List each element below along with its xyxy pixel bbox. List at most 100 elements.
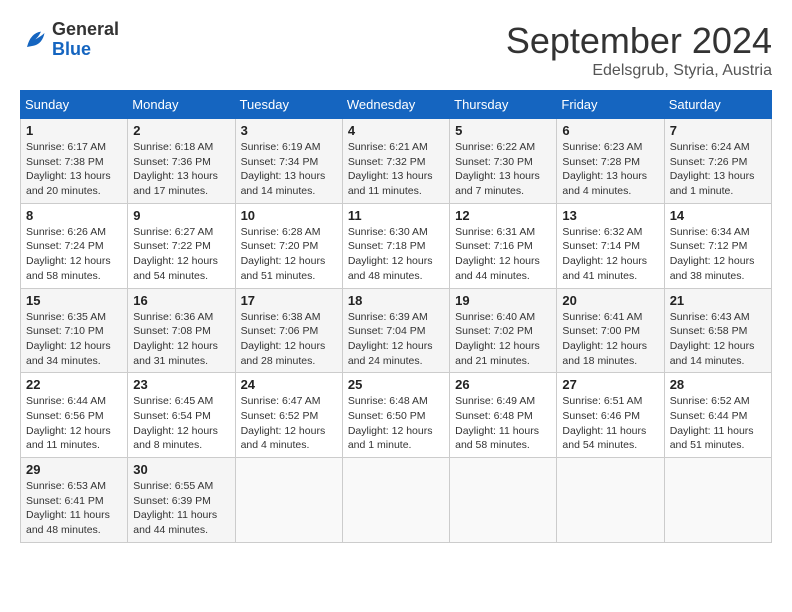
day-number: 16 bbox=[133, 293, 229, 308]
day-number: 15 bbox=[26, 293, 122, 308]
title-block: September 2024 Edelsgrub, Styria, Austri… bbox=[506, 20, 772, 80]
calendar-cell: 5 Sunrise: 6:22 AM Sunset: 7:30 PM Dayli… bbox=[450, 119, 557, 204]
day-number: 9 bbox=[133, 208, 229, 223]
calendar-cell bbox=[235, 458, 342, 543]
calendar-cell: 1 Sunrise: 6:17 AM Sunset: 7:38 PM Dayli… bbox=[21, 119, 128, 204]
cell-content: Sunrise: 6:49 AM Sunset: 6:48 PM Dayligh… bbox=[455, 394, 551, 453]
calendar-cell: 30 Sunrise: 6:55 AM Sunset: 6:39 PM Dayl… bbox=[128, 458, 235, 543]
day-number: 26 bbox=[455, 377, 551, 392]
calendar-cell: 27 Sunrise: 6:51 AM Sunset: 6:46 PM Dayl… bbox=[557, 373, 664, 458]
logo-text: General Blue bbox=[52, 20, 119, 60]
cell-content: Sunrise: 6:52 AM Sunset: 6:44 PM Dayligh… bbox=[670, 394, 766, 453]
day-number: 28 bbox=[670, 377, 766, 392]
calendar-cell: 12 Sunrise: 6:31 AM Sunset: 7:16 PM Dayl… bbox=[450, 203, 557, 288]
calendar-cell: 9 Sunrise: 6:27 AM Sunset: 7:22 PM Dayli… bbox=[128, 203, 235, 288]
day-number: 17 bbox=[241, 293, 337, 308]
cell-content: Sunrise: 6:43 AM Sunset: 6:58 PM Dayligh… bbox=[670, 310, 766, 369]
calendar-cell bbox=[342, 458, 449, 543]
location: Edelsgrub, Styria, Austria bbox=[506, 62, 772, 80]
calendar-row: 1 Sunrise: 6:17 AM Sunset: 7:38 PM Dayli… bbox=[21, 119, 772, 204]
calendar-cell: 24 Sunrise: 6:47 AM Sunset: 6:52 PM Dayl… bbox=[235, 373, 342, 458]
day-number: 14 bbox=[670, 208, 766, 223]
calendar-header-row: SundayMondayTuesdayWednesdayThursdayFrid… bbox=[21, 91, 772, 119]
calendar-cell: 20 Sunrise: 6:41 AM Sunset: 7:00 PM Dayl… bbox=[557, 288, 664, 373]
day-number: 3 bbox=[241, 123, 337, 138]
day-number: 21 bbox=[670, 293, 766, 308]
col-header-friday: Friday bbox=[557, 91, 664, 119]
calendar-cell bbox=[557, 458, 664, 543]
calendar-cell: 26 Sunrise: 6:49 AM Sunset: 6:48 PM Dayl… bbox=[450, 373, 557, 458]
logo: General Blue bbox=[20, 20, 119, 60]
cell-content: Sunrise: 6:35 AM Sunset: 7:10 PM Dayligh… bbox=[26, 310, 122, 369]
col-header-monday: Monday bbox=[128, 91, 235, 119]
day-number: 29 bbox=[26, 462, 122, 477]
calendar-cell: 17 Sunrise: 6:38 AM Sunset: 7:06 PM Dayl… bbox=[235, 288, 342, 373]
calendar-cell bbox=[664, 458, 771, 543]
day-number: 10 bbox=[241, 208, 337, 223]
calendar-cell: 18 Sunrise: 6:39 AM Sunset: 7:04 PM Dayl… bbox=[342, 288, 449, 373]
cell-content: Sunrise: 6:23 AM Sunset: 7:28 PM Dayligh… bbox=[562, 140, 658, 199]
calendar-row: 22 Sunrise: 6:44 AM Sunset: 6:56 PM Dayl… bbox=[21, 373, 772, 458]
calendar-row: 15 Sunrise: 6:35 AM Sunset: 7:10 PM Dayl… bbox=[21, 288, 772, 373]
cell-content: Sunrise: 6:47 AM Sunset: 6:52 PM Dayligh… bbox=[241, 394, 337, 453]
day-number: 18 bbox=[348, 293, 444, 308]
day-number: 23 bbox=[133, 377, 229, 392]
cell-content: Sunrise: 6:45 AM Sunset: 6:54 PM Dayligh… bbox=[133, 394, 229, 453]
calendar-cell: 13 Sunrise: 6:32 AM Sunset: 7:14 PM Dayl… bbox=[557, 203, 664, 288]
cell-content: Sunrise: 6:53 AM Sunset: 6:41 PM Dayligh… bbox=[26, 479, 122, 538]
day-number: 11 bbox=[348, 208, 444, 223]
col-header-saturday: Saturday bbox=[664, 91, 771, 119]
day-number: 13 bbox=[562, 208, 658, 223]
cell-content: Sunrise: 6:51 AM Sunset: 6:46 PM Dayligh… bbox=[562, 394, 658, 453]
col-header-tuesday: Tuesday bbox=[235, 91, 342, 119]
cell-content: Sunrise: 6:31 AM Sunset: 7:16 PM Dayligh… bbox=[455, 225, 551, 284]
header: General Blue September 2024 Edelsgrub, S… bbox=[20, 20, 772, 80]
logo-bird-icon bbox=[20, 26, 48, 54]
calendar-cell: 28 Sunrise: 6:52 AM Sunset: 6:44 PM Dayl… bbox=[664, 373, 771, 458]
cell-content: Sunrise: 6:24 AM Sunset: 7:26 PM Dayligh… bbox=[670, 140, 766, 199]
day-number: 5 bbox=[455, 123, 551, 138]
cell-content: Sunrise: 6:41 AM Sunset: 7:00 PM Dayligh… bbox=[562, 310, 658, 369]
calendar-table: SundayMondayTuesdayWednesdayThursdayFrid… bbox=[20, 90, 772, 543]
day-number: 25 bbox=[348, 377, 444, 392]
cell-content: Sunrise: 6:27 AM Sunset: 7:22 PM Dayligh… bbox=[133, 225, 229, 284]
calendar-cell: 23 Sunrise: 6:45 AM Sunset: 6:54 PM Dayl… bbox=[128, 373, 235, 458]
calendar-cell: 15 Sunrise: 6:35 AM Sunset: 7:10 PM Dayl… bbox=[21, 288, 128, 373]
calendar-cell: 10 Sunrise: 6:28 AM Sunset: 7:20 PM Dayl… bbox=[235, 203, 342, 288]
cell-content: Sunrise: 6:21 AM Sunset: 7:32 PM Dayligh… bbox=[348, 140, 444, 199]
calendar-row: 8 Sunrise: 6:26 AM Sunset: 7:24 PM Dayli… bbox=[21, 203, 772, 288]
day-number: 7 bbox=[670, 123, 766, 138]
day-number: 1 bbox=[26, 123, 122, 138]
calendar-cell: 8 Sunrise: 6:26 AM Sunset: 7:24 PM Dayli… bbox=[21, 203, 128, 288]
cell-content: Sunrise: 6:17 AM Sunset: 7:38 PM Dayligh… bbox=[26, 140, 122, 199]
logo-blue: Blue bbox=[52, 39, 91, 59]
calendar-cell: 14 Sunrise: 6:34 AM Sunset: 7:12 PM Dayl… bbox=[664, 203, 771, 288]
day-number: 4 bbox=[348, 123, 444, 138]
day-number: 6 bbox=[562, 123, 658, 138]
cell-content: Sunrise: 6:18 AM Sunset: 7:36 PM Dayligh… bbox=[133, 140, 229, 199]
calendar-row: 29 Sunrise: 6:53 AM Sunset: 6:41 PM Dayl… bbox=[21, 458, 772, 543]
calendar-cell bbox=[450, 458, 557, 543]
col-header-sunday: Sunday bbox=[21, 91, 128, 119]
cell-content: Sunrise: 6:22 AM Sunset: 7:30 PM Dayligh… bbox=[455, 140, 551, 199]
col-header-thursday: Thursday bbox=[450, 91, 557, 119]
calendar-cell: 11 Sunrise: 6:30 AM Sunset: 7:18 PM Dayl… bbox=[342, 203, 449, 288]
day-number: 27 bbox=[562, 377, 658, 392]
calendar-cell: 29 Sunrise: 6:53 AM Sunset: 6:41 PM Dayl… bbox=[21, 458, 128, 543]
cell-content: Sunrise: 6:30 AM Sunset: 7:18 PM Dayligh… bbox=[348, 225, 444, 284]
calendar-cell: 2 Sunrise: 6:18 AM Sunset: 7:36 PM Dayli… bbox=[128, 119, 235, 204]
cell-content: Sunrise: 6:55 AM Sunset: 6:39 PM Dayligh… bbox=[133, 479, 229, 538]
day-number: 8 bbox=[26, 208, 122, 223]
day-number: 30 bbox=[133, 462, 229, 477]
day-number: 12 bbox=[455, 208, 551, 223]
calendar-cell: 16 Sunrise: 6:36 AM Sunset: 7:08 PM Dayl… bbox=[128, 288, 235, 373]
calendar-cell: 3 Sunrise: 6:19 AM Sunset: 7:34 PM Dayli… bbox=[235, 119, 342, 204]
cell-content: Sunrise: 6:44 AM Sunset: 6:56 PM Dayligh… bbox=[26, 394, 122, 453]
calendar-cell: 22 Sunrise: 6:44 AM Sunset: 6:56 PM Dayl… bbox=[21, 373, 128, 458]
col-header-wednesday: Wednesday bbox=[342, 91, 449, 119]
cell-content: Sunrise: 6:39 AM Sunset: 7:04 PM Dayligh… bbox=[348, 310, 444, 369]
cell-content: Sunrise: 6:19 AM Sunset: 7:34 PM Dayligh… bbox=[241, 140, 337, 199]
cell-content: Sunrise: 6:26 AM Sunset: 7:24 PM Dayligh… bbox=[26, 225, 122, 284]
day-number: 22 bbox=[26, 377, 122, 392]
cell-content: Sunrise: 6:40 AM Sunset: 7:02 PM Dayligh… bbox=[455, 310, 551, 369]
